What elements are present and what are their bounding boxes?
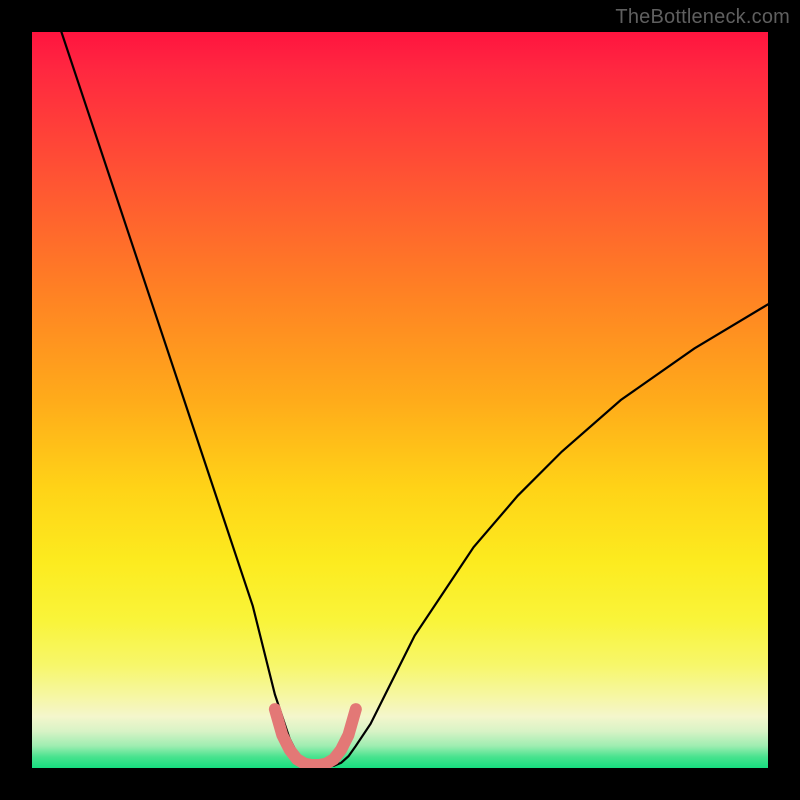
curve-layer <box>32 32 768 768</box>
bottleneck-curve <box>61 32 768 767</box>
chart-frame: TheBottleneck.com <box>0 0 800 800</box>
watermark-text: TheBottleneck.com <box>615 6 790 29</box>
bottom-markers <box>275 709 356 765</box>
plot-area <box>32 32 768 768</box>
